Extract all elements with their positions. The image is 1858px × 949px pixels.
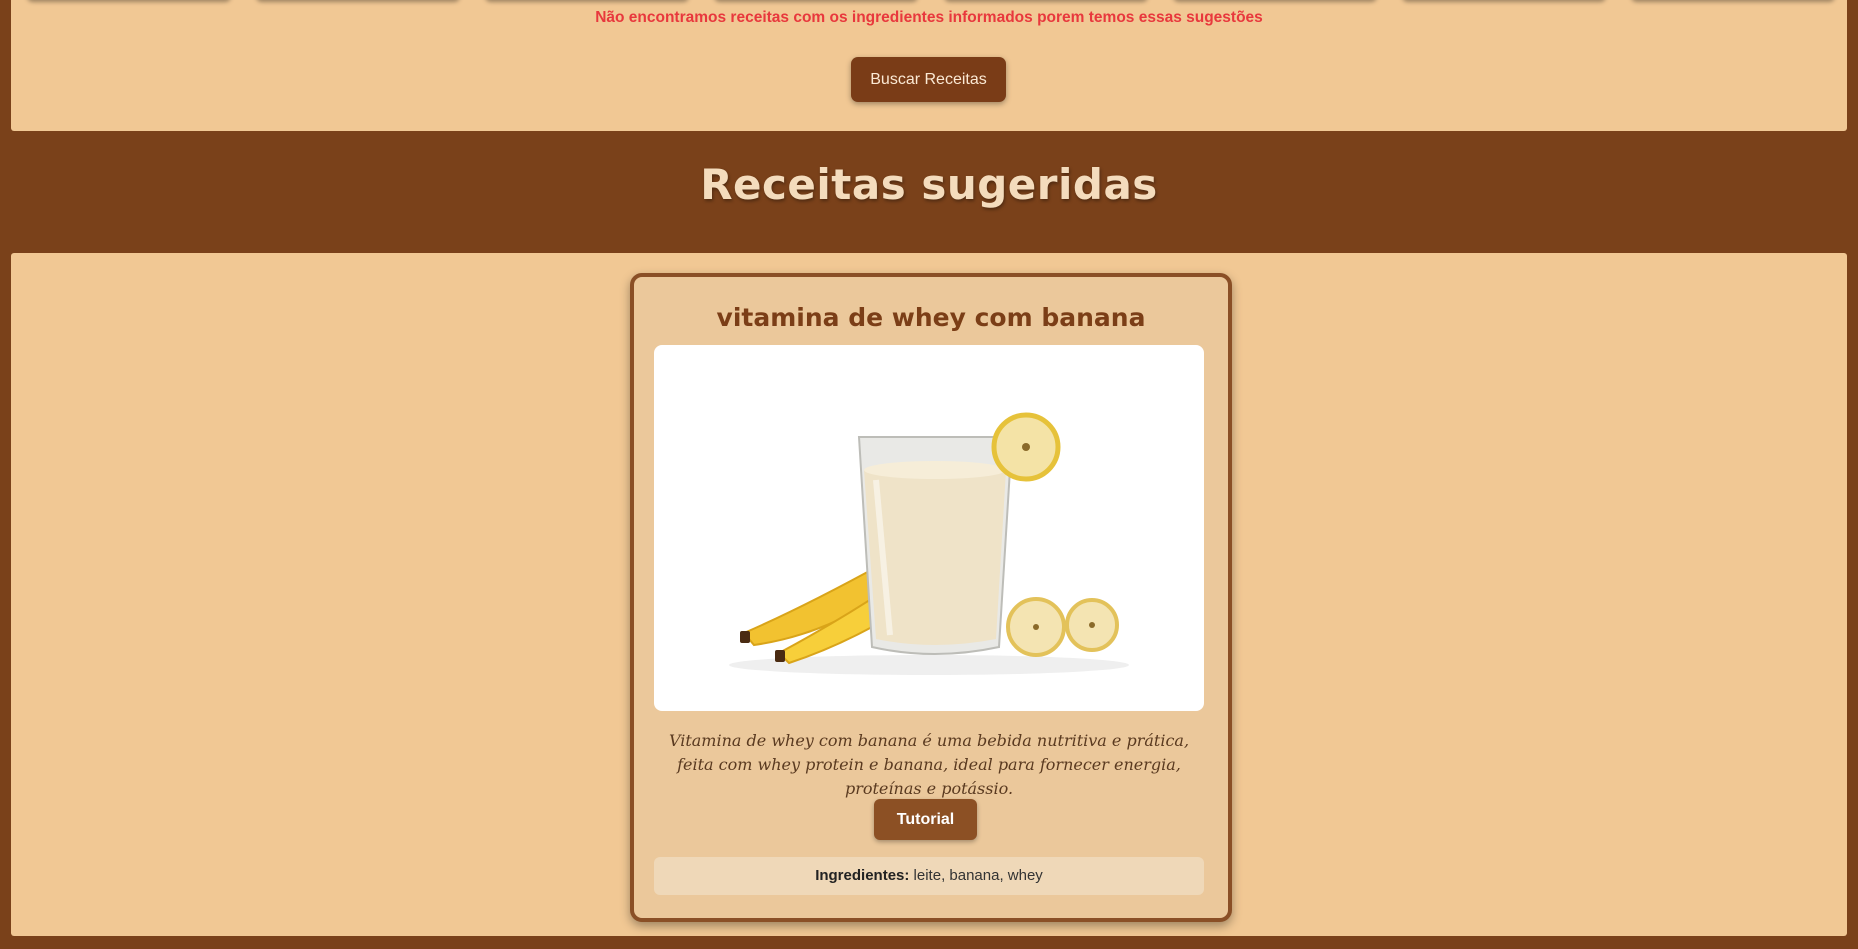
no-results-warning: Não encontramos receitas com os ingredie… bbox=[595, 9, 1263, 26]
search-panel: Não encontramos receitas com os ingredie… bbox=[11, 0, 1847, 131]
recipe-title: vitamina de whey com banana bbox=[716, 303, 1146, 332]
suggestions-panel: vitamina de whey com banana Vitamina de … bbox=[11, 253, 1847, 936]
ingredients-label: Ingredientes: bbox=[815, 867, 910, 884]
recipe-card: vitamina de whey com banana Vitamina de … bbox=[630, 273, 1232, 922]
ingredients-value: leite, banana, whey bbox=[913, 867, 1043, 884]
recipe-description: Vitamina de whey com banana é uma bebida… bbox=[668, 731, 1190, 798]
tutorial-button[interactable]: Tutorial bbox=[874, 799, 977, 840]
ingredients-list: Ingredientes: leite, banana, whey bbox=[654, 857, 1204, 895]
section-title: Receitas sugeridas bbox=[700, 160, 1158, 209]
smoothie-banana-illustration bbox=[729, 412, 1129, 675]
search-recipes-button[interactable]: Buscar Receitas bbox=[851, 57, 1006, 102]
recipe-image bbox=[654, 345, 1204, 711]
